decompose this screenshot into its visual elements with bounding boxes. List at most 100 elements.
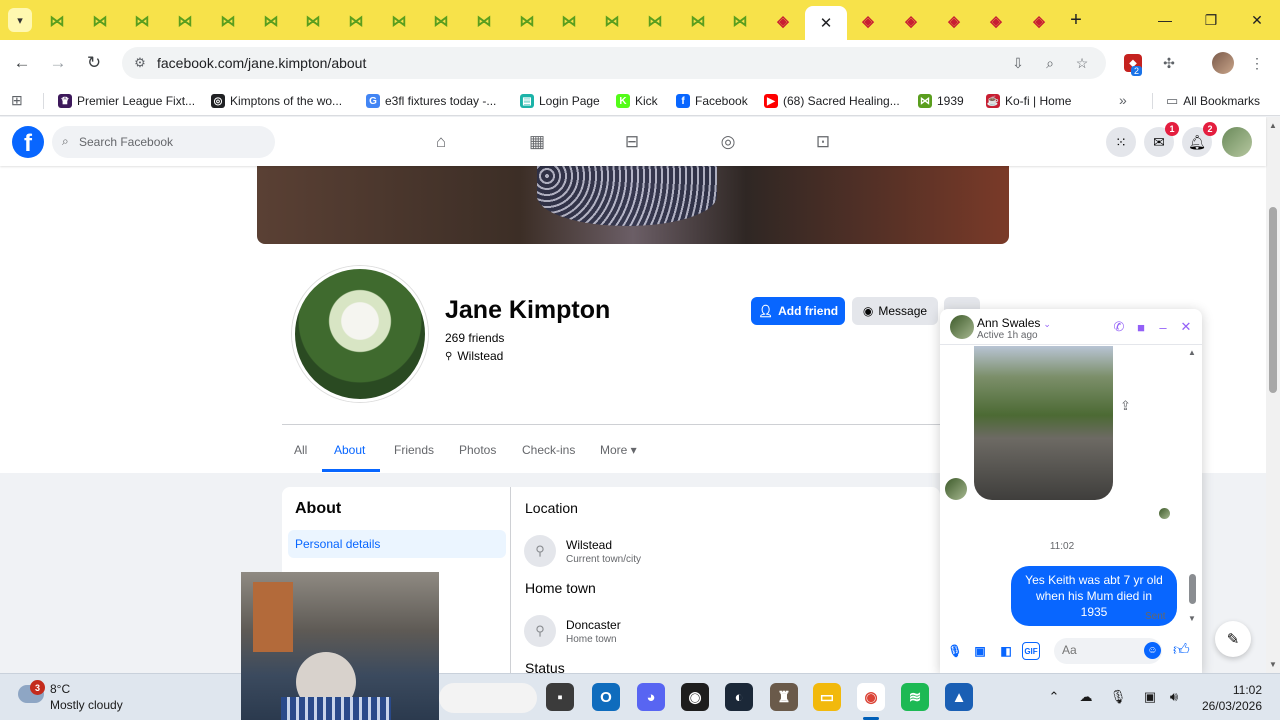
zoom-icon[interactable]: ⌕: [1040, 53, 1060, 73]
browser-tab[interactable]: ⋈: [463, 7, 505, 35]
about-nav-personal-details[interactable]: Personal details: [288, 530, 506, 558]
browser-tab[interactable]: ◈: [975, 7, 1017, 35]
hometown-value[interactable]: Doncaster: [566, 618, 621, 632]
chrome-icon[interactable]: ◉: [857, 683, 885, 711]
scroll-up-arrow-icon[interactable]: ▲: [1269, 121, 1277, 130]
profile-tab-check-ins[interactable]: Check-ins: [522, 443, 575, 457]
browser-tab[interactable]: ⋈: [548, 7, 590, 35]
account-avatar[interactable]: [1222, 127, 1252, 157]
install-app-icon[interactable]: ⇩: [1008, 53, 1028, 73]
all-bookmarks-button[interactable]: ▭ All Bookmarks: [1166, 92, 1260, 110]
profile-picture[interactable]: [292, 266, 428, 402]
browser-tab[interactable]: ⋈: [292, 7, 334, 35]
microphone-icon[interactable]: 🎙︎: [1108, 687, 1128, 707]
steam-icon[interactable]: ◐: [725, 683, 753, 711]
search-box[interactable]: ⌕ Search Facebook: [52, 126, 275, 158]
onedrive-cloud-icon[interactable]: ☁: [1076, 687, 1096, 707]
browser-tab[interactable]: ⋈: [719, 7, 761, 35]
minimize-button[interactable]: —: [1142, 8, 1188, 32]
chrome-menu-icon[interactable]: ⋮: [1246, 52, 1268, 74]
scroll-down-arrow-icon[interactable]: ▼: [1188, 614, 1196, 623]
browser-tab[interactable]: ◈: [762, 7, 804, 35]
browser-tab[interactable]: ⋈: [506, 7, 548, 35]
network-icon[interactable]: ▣: [1140, 687, 1160, 707]
browser-tab[interactable]: ◈: [1018, 7, 1060, 35]
message-button[interactable]: ◉ Message: [852, 297, 938, 325]
groups-icon[interactable]: ◎: [717, 131, 739, 153]
browser-tab[interactable]: ⋈: [420, 7, 462, 35]
browser-tab[interactable]: ⋈: [250, 7, 292, 35]
feeds-icon[interactable]: ▦: [526, 131, 548, 153]
site-info-icon[interactable]: ⚙: [130, 53, 150, 73]
profile-tab-all[interactable]: All: [294, 443, 307, 457]
new-tab-button[interactable]: +: [1064, 8, 1088, 32]
add-friend-button[interactable]: 👤︎ Add friend: [751, 297, 845, 325]
browser-tab[interactable]: ⋈: [79, 7, 121, 35]
chat-header[interactable]: Ann Swales ⌄ Active 1h ago ✆ ■ – ✕: [940, 309, 1202, 345]
browser-tab[interactable]: ◈: [890, 7, 932, 35]
bookmark-item[interactable]: ◎ Kimptons of the wo...: [211, 92, 342, 110]
chat-scroll-thumb[interactable]: [1189, 574, 1196, 604]
obs-icon[interactable]: ◉: [681, 683, 709, 711]
spotify-icon[interactable]: ≋: [901, 683, 929, 711]
browser-tab[interactable]: ⋈: [121, 7, 163, 35]
bookmark-item[interactable]: ♛ Premier League Fixt...: [58, 92, 195, 110]
volume-icon[interactable]: 🔊︎: [1164, 687, 1184, 707]
bookmark-star-icon[interactable]: ☆: [1072, 53, 1092, 73]
sticker-icon[interactable]: ◧: [997, 642, 1015, 660]
taskbar-clock[interactable]: 11:02 26/03/2026: [1198, 682, 1262, 714]
home-icon[interactable]: ⌂: [430, 131, 452, 153]
page-scroll-thumb[interactable]: [1269, 207, 1277, 393]
message-input[interactable]: [1062, 643, 1138, 657]
bookmark-item[interactable]: Ge3fl fixtures today -...: [366, 92, 496, 110]
restore-button[interactable]: ❐: [1188, 8, 1234, 32]
reload-button[interactable]: ↻: [81, 50, 107, 76]
current-city-value[interactable]: Wilstead: [566, 538, 641, 552]
profile-avatar[interactable]: [1212, 52, 1234, 74]
browser-tab[interactable]: ⋈: [164, 7, 206, 35]
weather-temperature[interactable]: 8°C: [50, 682, 70, 696]
cover-photo[interactable]: [257, 166, 1009, 244]
browser-tab[interactable]: ◈: [933, 7, 975, 35]
close-window-button[interactable]: ✕: [1234, 8, 1280, 32]
video-call-icon[interactable]: ■: [1132, 318, 1150, 336]
tab-search-button[interactable]: ▾: [8, 8, 32, 32]
like-thumb-icon[interactable]: 👍︎: [1173, 641, 1190, 660]
browser-tab[interactable]: ⋈: [378, 7, 420, 35]
forward-button[interactable]: →: [45, 50, 71, 76]
profile-tab-photos[interactable]: Photos: [459, 443, 496, 457]
share-icon[interactable]: ⇪: [1120, 398, 1131, 414]
close-chat-icon[interactable]: ✕: [1177, 318, 1195, 336]
extensions-puzzle-icon[interactable]: ✣: [1158, 52, 1180, 74]
browser-tab[interactable]: ⋈: [591, 7, 633, 35]
new-message-compose-icon[interactable]: ✎: [1215, 621, 1251, 657]
sender-avatar[interactable]: [945, 478, 967, 500]
browser-tab[interactable]: ⋈: [634, 7, 676, 35]
address-bar[interactable]: ⚙ facebook.com/jane.kimpton/about ⇩ ⌕ ☆: [122, 47, 1106, 79]
task-view-icon[interactable]: ▪: [546, 683, 574, 711]
gaming-icon[interactable]: ⊡: [812, 131, 834, 153]
game-app-icon[interactable]: ♜: [770, 683, 798, 711]
bookmark-item[interactable]: ▤ Login Page: [520, 92, 600, 110]
browser-tab[interactable]: ⋈: [677, 7, 719, 35]
weather-description[interactable]: Mostly cloudy: [50, 698, 123, 712]
more-bookmarks-chevron-icon[interactable]: »: [1119, 92, 1127, 108]
apps-grid-icon[interactable]: ⊞: [11, 92, 23, 109]
remote-desktop-icon[interactable]: ▲: [945, 683, 973, 711]
microphone-icon[interactable]: 🎙︎: [946, 642, 964, 660]
photo-icon[interactable]: ▣: [971, 642, 989, 660]
menu-grid-icon[interactable]: ⁙: [1106, 127, 1136, 157]
shared-photo[interactable]: [974, 346, 1113, 500]
file-explorer-icon[interactable]: ▭: [813, 683, 841, 711]
profile-tab-friends[interactable]: Friends: [394, 443, 434, 457]
show-hidden-icons-chevron-icon[interactable]: ⌃: [1044, 687, 1064, 707]
browser-tab[interactable]: ⋈: [335, 7, 377, 35]
back-button[interactable]: ←: [9, 50, 35, 76]
outlook-icon[interactable]: O: [592, 683, 620, 711]
scroll-down-arrow-icon[interactable]: ▼: [1269, 660, 1277, 669]
profile-tab-more[interactable]: More ▾: [600, 443, 637, 457]
chat-contact-name[interactable]: Ann Swales ⌄: [977, 316, 1051, 330]
address-url[interactable]: facebook.com/jane.kimpton/about: [157, 55, 366, 71]
bookmark-item[interactable]: ⋈ 1939: [918, 92, 964, 110]
bookmark-item[interactable]: f Facebook: [676, 92, 748, 110]
